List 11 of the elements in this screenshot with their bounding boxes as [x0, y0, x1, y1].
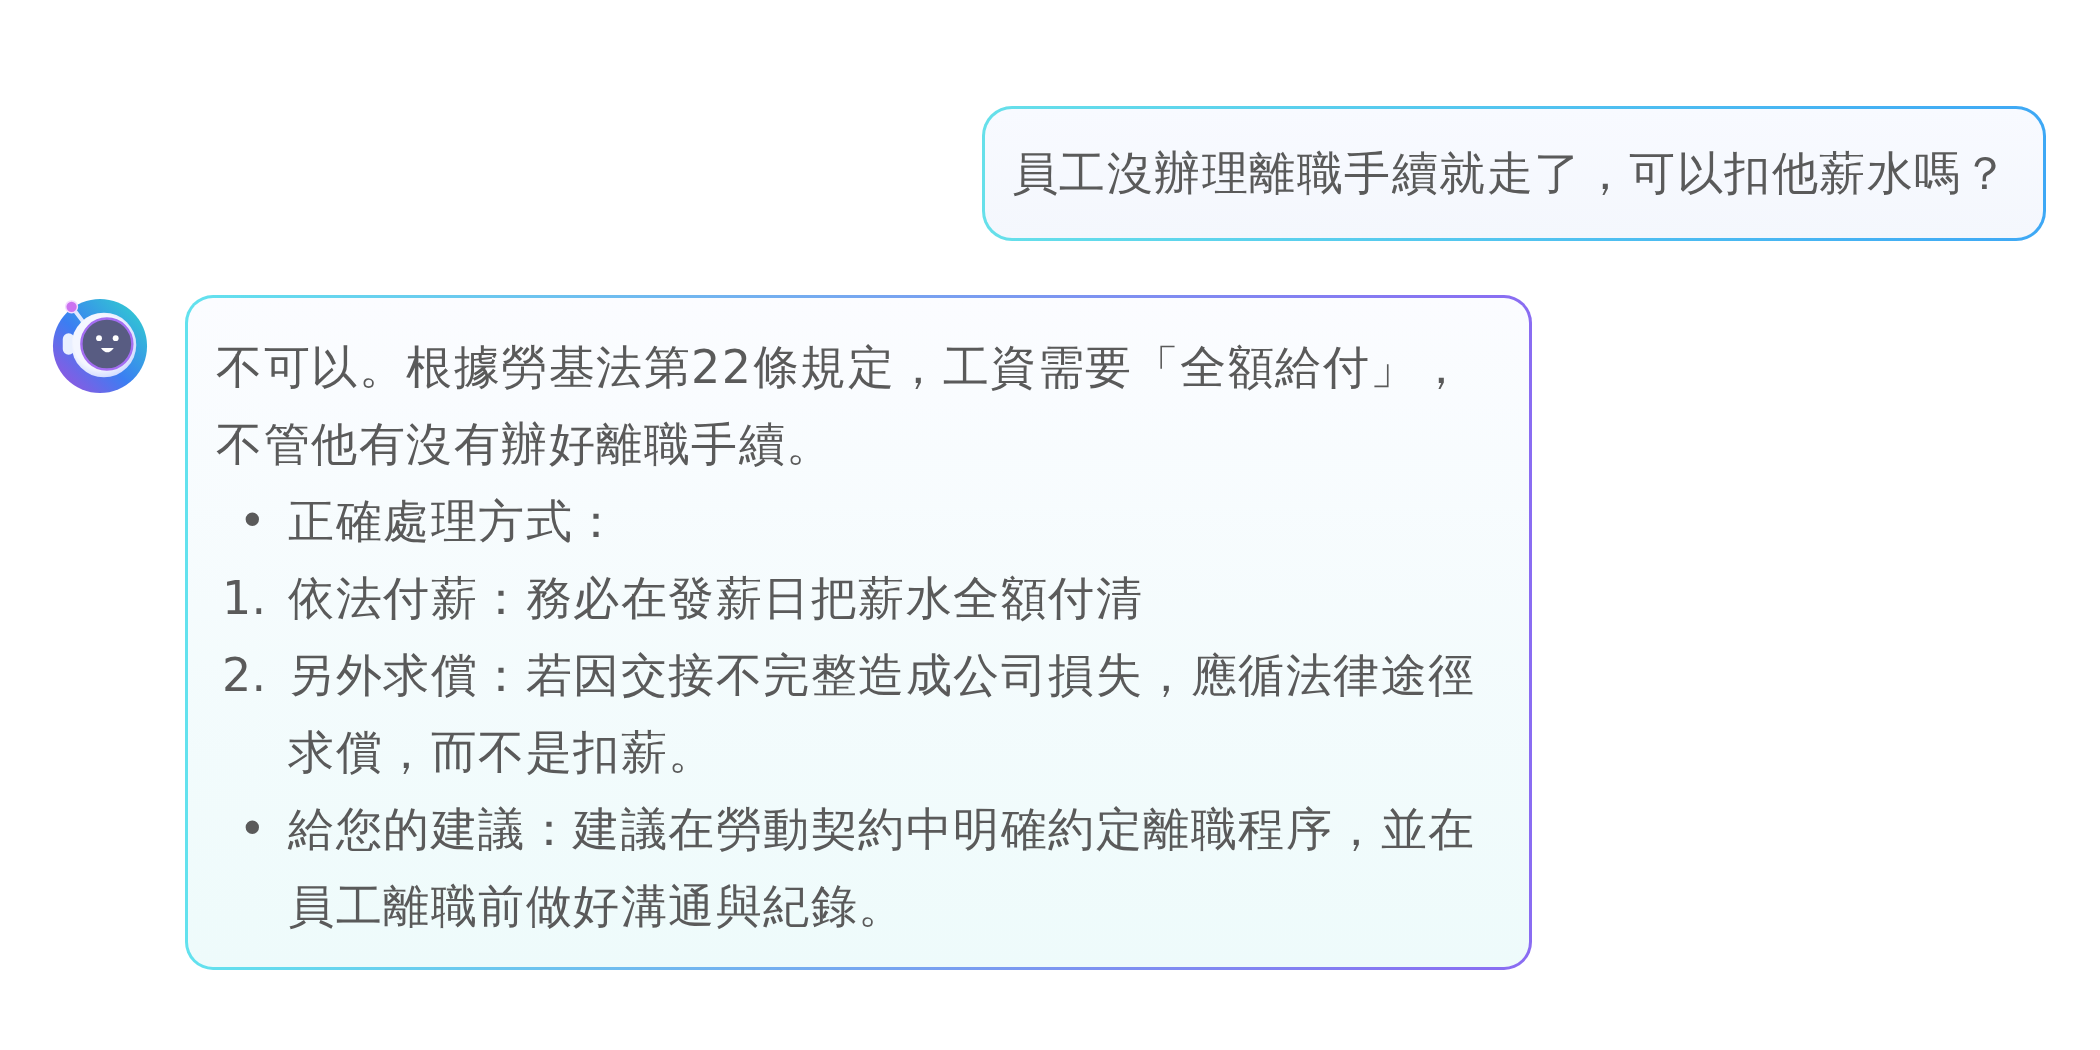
robot-avatar-icon	[51, 296, 149, 394]
message-text: 員工沒辦理離職手續就走了，可以扣他薪水嗎？	[1011, 145, 2009, 202]
list-item-text: 依法付薪：務必在發薪日把薪水全額付清	[288, 570, 1144, 627]
list-item-text: 正確處理方式：	[288, 493, 622, 550]
list-marker: 2.	[222, 647, 266, 704]
list-item-text: 另外求償：若因交接不完整造成公司損失，應循法律途徑求償，而不是扣薪。	[288, 647, 1477, 781]
list-marker: •	[238, 493, 266, 550]
list-marker: 1.	[222, 570, 266, 627]
list-item-text: 給您的建議：建議在勞動契約中明確約定離職程序，並在員工離職前做好溝通與紀錄。	[288, 801, 1477, 935]
list-marker: •	[238, 801, 266, 858]
message-text: 不可以。根據勞基法第22條規定，工資需要「全額給付」，不管他有沒有辦好離職手續。	[216, 339, 1467, 473]
